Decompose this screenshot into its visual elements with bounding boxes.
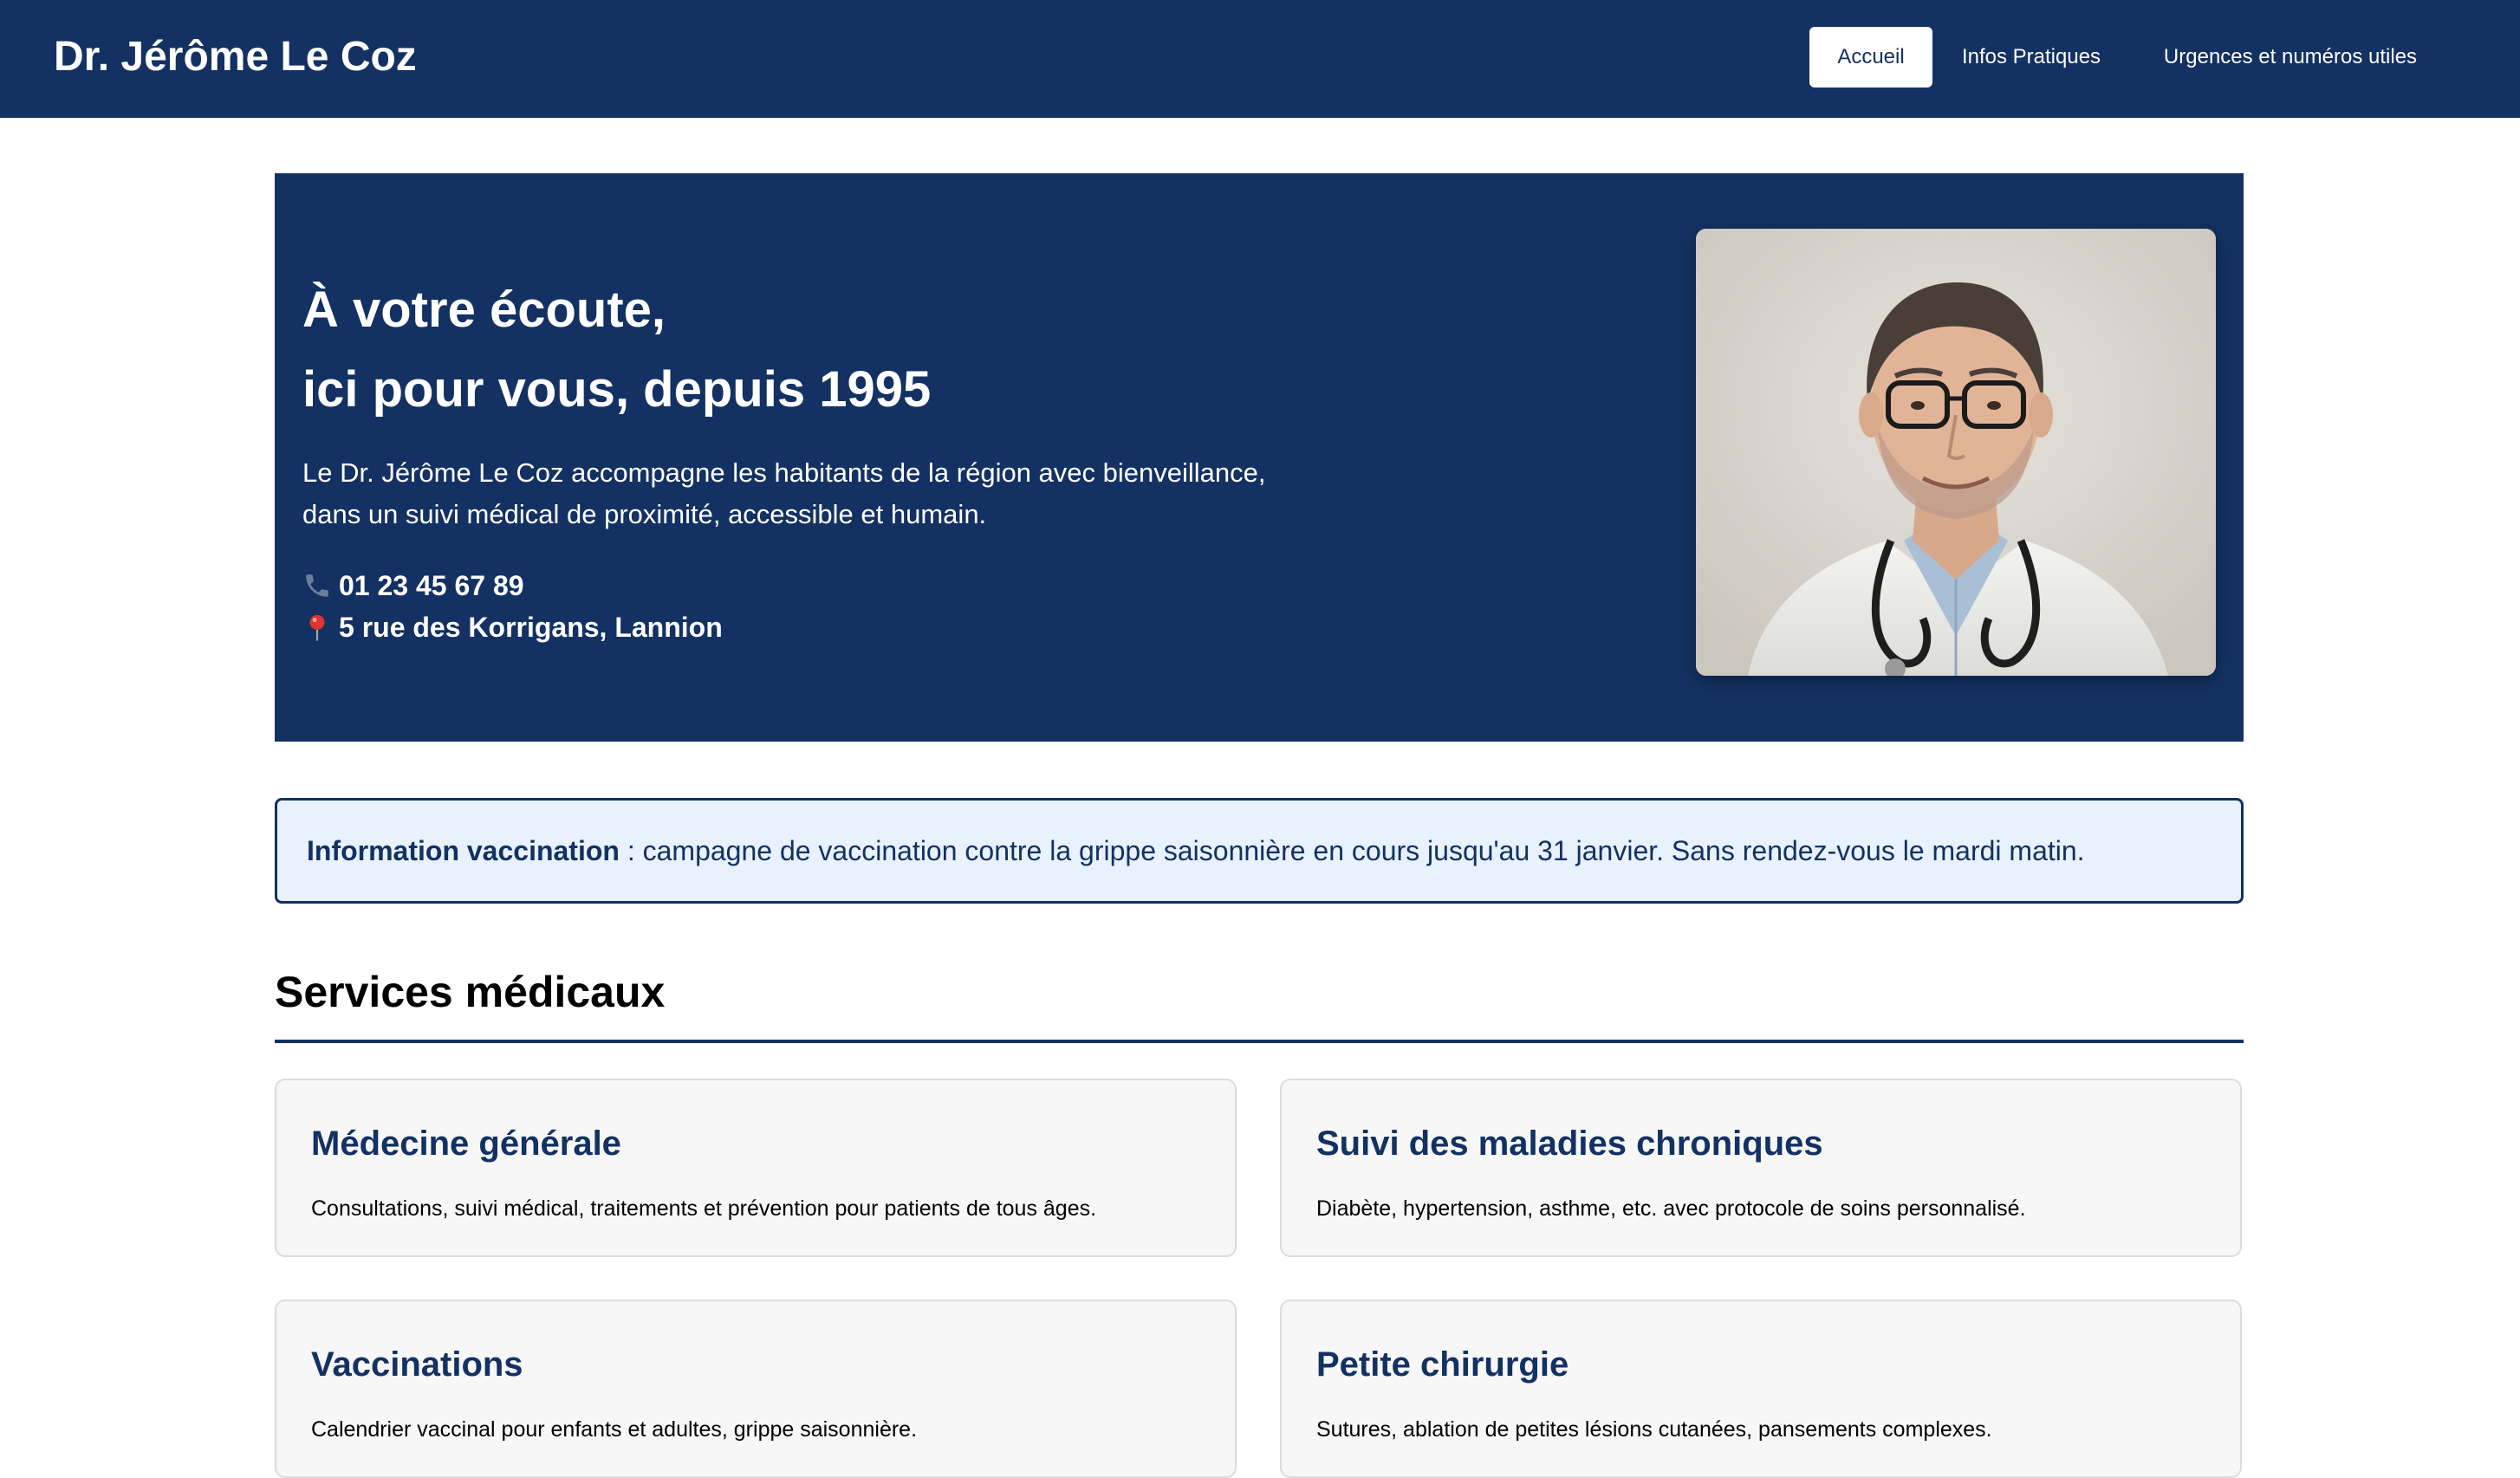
service-card-vaccinations[interactable]: Vaccinations Calendrier vaccinal pour en… — [275, 1300, 1237, 1478]
section-divider — [275, 1040, 2244, 1043]
nav-infos-pratiques[interactable]: Infos Pratiques — [1946, 27, 2116, 88]
service-card-description: Calendrier vaccinal pour enfants et adul… — [311, 1417, 918, 1442]
notice-text: : campagne de vaccination contre la grip… — [619, 835, 2085, 866]
hero-title-line-1: À votre écoute, — [302, 282, 666, 338]
map-pin-icon — [302, 612, 332, 641]
hero-banner: À votre écoute, ici pour vous, depuis 19… — [275, 173, 2244, 742]
hero-description: Le Dr. Jérôme Le Coz accompagne les habi… — [302, 452, 1386, 535]
address-row[interactable]: 5 rue des Korrigans, Lannion — [302, 606, 723, 648]
service-card-petite-chirurgie[interactable]: Petite chirurgie Sutures, ablation de pe… — [1280, 1300, 2242, 1478]
site-header: Dr. Jérôme Le Coz Accueil Infos Pratique… — [0, 0, 2520, 118]
phone-icon — [302, 570, 332, 600]
nav-urgences[interactable]: Urgences et numéros utiles — [2139, 27, 2442, 88]
service-card-medecine-generale[interactable]: Médecine générale Consultations, suivi m… — [275, 1079, 1237, 1257]
notice-label: Information vaccination — [307, 835, 620, 866]
service-card-description: Consultations, suivi médical, traitement… — [311, 1196, 1097, 1221]
services-title: Services médicaux — [275, 968, 666, 1016]
hero-description-line-2: dans un suivi médical de proximité, acce… — [302, 499, 987, 529]
service-card-description: Diabète, hypertension, asthme, etc. avec… — [1316, 1196, 2026, 1221]
vaccination-notice: Information vaccination : campagne de va… — [275, 798, 2244, 904]
nav-accueil[interactable]: Accueil — [1809, 27, 1932, 88]
service-card-title: Vaccinations — [311, 1345, 523, 1384]
site-title[interactable]: Dr. Jérôme Le Coz — [54, 33, 417, 81]
service-card-title: Médecine générale — [311, 1125, 621, 1163]
service-card-title: Suivi des maladies chroniques — [1316, 1125, 1823, 1163]
phone-number: 01 23 45 67 89 — [339, 570, 524, 601]
hero-title: À votre écoute, ici pour vous, depuis 19… — [302, 270, 931, 430]
hero-description-line-1: Le Dr. Jérôme Le Coz accompagne les habi… — [302, 457, 1266, 488]
service-card-description: Sutures, ablation de petites lésions cut… — [1316, 1417, 1992, 1442]
doctor-portrait — [1696, 229, 2216, 676]
phone-row[interactable]: 01 23 45 67 89 — [302, 565, 524, 606]
address-text: 5 rue des Korrigans, Lannion — [339, 612, 723, 643]
service-card-title: Petite chirurgie — [1316, 1345, 1569, 1384]
hero-title-line-2: ici pour vous, depuis 1995 — [302, 361, 932, 418]
service-card-maladies-chroniques[interactable]: Suivi des maladies chroniques Diabète, h… — [1280, 1079, 2242, 1257]
